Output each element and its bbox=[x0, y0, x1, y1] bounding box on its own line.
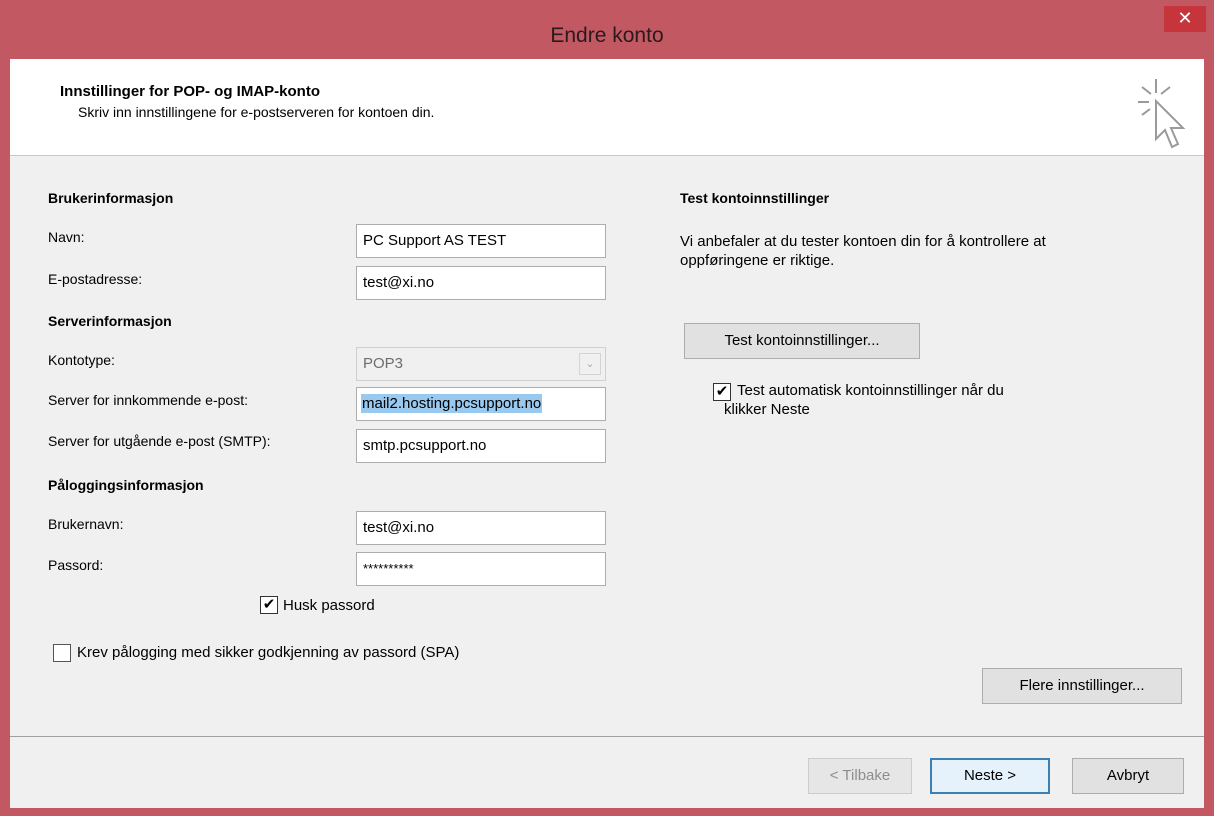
auto-test-label-line1[interactable]: Test automatisk kontoinnstillinger når d… bbox=[737, 382, 1004, 399]
window-title: Endre konto bbox=[550, 24, 664, 47]
account-type-value: POP3 bbox=[363, 355, 404, 372]
email-field[interactable]: test@xi.no bbox=[356, 266, 606, 300]
cursor-click-icon bbox=[1138, 79, 1186, 149]
more-settings-button[interactable]: Flere innstillinger... bbox=[982, 668, 1182, 704]
username-label: Brukernavn: bbox=[48, 516, 124, 532]
cancel-button[interactable]: Avbryt bbox=[1072, 758, 1184, 794]
incoming-server-label: Server for innkommende e-post: bbox=[48, 392, 248, 408]
next-button[interactable]: Neste > bbox=[930, 758, 1050, 794]
name-label: Navn: bbox=[48, 229, 85, 245]
test-account-settings-button[interactable]: Test kontoinnstillinger... bbox=[684, 323, 920, 359]
test-description-line2: oppføringene er riktige. bbox=[680, 252, 835, 269]
account-type-label: Kontotype: bbox=[48, 352, 115, 368]
check-icon: ✔ bbox=[715, 383, 729, 400]
name-field[interactable]: PC Support AS TEST bbox=[356, 224, 606, 258]
auto-test-label-line2[interactable]: klikker Neste bbox=[724, 401, 810, 418]
incoming-server-field[interactable]: mail2.hosting.pcsupport.no bbox=[356, 387, 606, 421]
footer-divider bbox=[10, 736, 1204, 737]
section-login-info: Påloggingsinformasjon bbox=[48, 477, 204, 493]
close-button[interactable]: ✕ bbox=[1164, 6, 1206, 32]
outgoing-server-field[interactable]: smtp.pcsupport.no bbox=[356, 429, 606, 463]
remember-password-checkbox[interactable]: ✔ bbox=[260, 596, 278, 614]
password-field[interactable]: ********** bbox=[356, 552, 606, 586]
dialog-body: Innstillinger for POP- og IMAP-konto Skr… bbox=[10, 59, 1204, 808]
username-field[interactable]: test@xi.no bbox=[356, 511, 606, 545]
header-subtitle: Skriv inn innstillingene for e-postserve… bbox=[78, 104, 435, 120]
email-label: E-postadresse: bbox=[48, 271, 143, 287]
section-user-info: Brukerinformasjon bbox=[48, 190, 174, 206]
dialog-window: Endre konto ✕ Innstillinger for POP- og … bbox=[0, 0, 1214, 816]
test-description-line1: Vi anbefaler at du tester kontoen din fo… bbox=[680, 233, 1046, 250]
section-server-info: Serverinformasjon bbox=[48, 313, 172, 329]
outgoing-server-label: Server for utgående e-post (SMTP): bbox=[48, 433, 271, 449]
incoming-server-value: mail2.hosting.pcsupport.no bbox=[361, 394, 543, 413]
section-test: Test kontoinnstillinger bbox=[680, 190, 830, 206]
password-label: Passord: bbox=[48, 557, 104, 573]
spa-checkbox[interactable] bbox=[53, 644, 71, 662]
back-button: < Tilbake bbox=[808, 758, 912, 794]
dialog-header: Innstillinger for POP- og IMAP-konto Skr… bbox=[10, 59, 1204, 156]
title-bar[interactable]: Endre konto ✕ bbox=[0, 0, 1214, 52]
spa-label[interactable]: Krev pålogging med sikker godkjenning av… bbox=[77, 644, 459, 661]
chevron-down-icon: ⌄ bbox=[579, 353, 601, 375]
header-title: Innstillinger for POP- og IMAP-konto bbox=[60, 83, 320, 100]
account-type-select: POP3 ⌄ bbox=[356, 347, 606, 381]
remember-password-label[interactable]: Husk passord bbox=[283, 597, 375, 614]
auto-test-checkbox[interactable]: ✔ bbox=[713, 383, 731, 401]
close-icon: ✕ bbox=[1177, 8, 1193, 28]
check-icon: ✔ bbox=[262, 596, 276, 613]
